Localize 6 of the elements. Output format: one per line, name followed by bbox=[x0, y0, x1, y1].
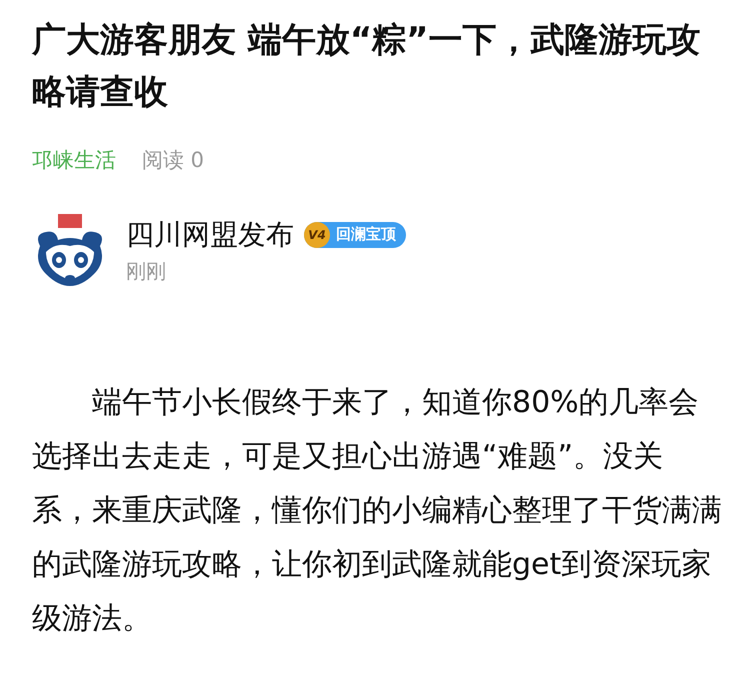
body-paragraph: 端午节小长假终于来了，知道你80%的几率会选择出去走走，可是又担心出游遇“难题”。没关系，来重庆武隆，懂你们的小编精心整理了干货满满的武隆游玩攻略，让你初到武隆就能get到资深玩家级游法。 bbox=[32, 384, 722, 638]
article-title: 广大游客朋友 端午放“粽”一下，武隆游玩攻略请查收 bbox=[32, 19, 702, 114]
post-time: 刚刚 bbox=[126, 258, 167, 284]
honor-badge: V4 回澜宝顶 bbox=[304, 222, 406, 248]
read-count: 阅读 0 bbox=[142, 147, 204, 174]
author-name[interactable]: 四川网盟发布 bbox=[126, 216, 294, 254]
